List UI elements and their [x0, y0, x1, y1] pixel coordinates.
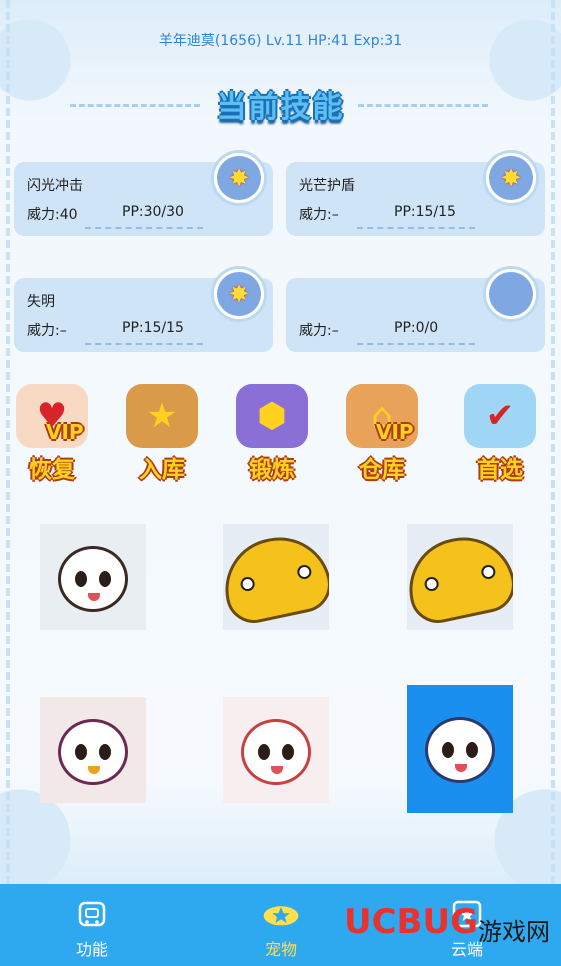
pet-slot-2[interactable]: [223, 524, 329, 630]
empty-slot-icon: [489, 272, 533, 316]
skill-slot-3[interactable]: 失明 威力:– PP:15/15 ✸: [14, 266, 273, 352]
skill-power: 威力:–: [299, 207, 339, 223]
pet-avatar: [58, 719, 128, 785]
pet-slot-4[interactable]: [40, 697, 146, 803]
pet-slot-1[interactable]: [40, 524, 146, 630]
train-button[interactable]: ⬢ 锻炼: [222, 378, 322, 488]
action-label: 仓库: [359, 457, 405, 483]
tab-label: 宠物: [264, 940, 297, 959]
robot-icon: [72, 900, 112, 930]
tab-label: 功能: [75, 940, 108, 959]
action-label: 恢复: [29, 457, 75, 483]
watermark-text: 游戏网: [478, 918, 550, 946]
skill-pp: PP:15/15: [122, 320, 184, 336]
skill-type-badge: [483, 266, 539, 322]
skill-name: 光芒护盾: [299, 178, 355, 194]
action-label: 首选: [477, 457, 523, 483]
player-stats: 羊年迪莫(1656) Lv.11 HP:41 Exp:31: [158, 33, 403, 49]
tab-functions[interactable]: 功能: [22, 884, 162, 966]
deposit-button[interactable]: ★ 入库: [112, 378, 212, 488]
skill-pp: PP:30/30: [122, 204, 184, 220]
vip-badge: VIP: [46, 420, 84, 444]
watermark-logo: UCBUG: [344, 902, 478, 942]
page-title: 当前技能: [216, 90, 345, 125]
dumbbell-icon: ⬢: [236, 384, 308, 448]
skill-divider: [85, 227, 203, 229]
pet-avatar: [241, 719, 311, 785]
skill-name: 闪光冲击: [27, 178, 83, 194]
explosion-icon: ✸: [217, 272, 261, 316]
skill-slot-4[interactable]: 威力:– PP:0/0: [286, 266, 545, 352]
skill-power: 威力:–: [299, 323, 339, 339]
skill-pp: PP:0/0: [394, 320, 439, 336]
skill-power: 威力:40: [27, 207, 78, 223]
check-ball-icon: ✔: [464, 384, 536, 448]
skill-type-badge: ✸: [211, 150, 267, 206]
action-label: 入库: [139, 457, 185, 483]
explosion-icon: ✸: [217, 156, 261, 200]
pet-star-icon: [261, 900, 301, 930]
action-label: 锻炼: [249, 457, 295, 483]
skill-slot-2[interactable]: 光芒护盾 威力:– PP:15/15 ✸: [286, 150, 545, 236]
pet-avatar: [425, 717, 495, 783]
warehouse-button[interactable]: ⌂ VIP 仓库: [332, 378, 432, 488]
pet-avatar: [223, 527, 329, 629]
skill-divider: [85, 343, 203, 345]
skill-divider: [357, 343, 475, 345]
vip-badge: VIP: [376, 420, 414, 444]
tab-pets[interactable]: 宠物: [211, 884, 351, 966]
pet-slot-5[interactable]: [223, 697, 329, 803]
skill-type-badge: ✸: [211, 266, 267, 322]
skill-name: 失明: [27, 294, 55, 310]
pet-avatar: [407, 527, 513, 629]
skill-divider: [357, 227, 475, 229]
skill-slot-1[interactable]: 闪光冲击 威力:40 PP:30/30 ✸: [14, 150, 273, 236]
storage-house-icon: ★: [126, 384, 198, 448]
action-bar: ♥ VIP 恢复 ★ 入库 ⬢ 锻炼 ⌂ VIP 仓库 ✔ 首选: [0, 378, 561, 488]
restore-button[interactable]: ♥ VIP 恢复: [2, 378, 102, 488]
pet-slot-6-selected[interactable]: [407, 685, 513, 813]
explosion-icon: ✸: [489, 156, 533, 200]
pet-slot-3[interactable]: [407, 524, 513, 630]
skill-type-badge: ✸: [483, 150, 539, 206]
skill-pp: PP:15/15: [394, 204, 456, 220]
skill-power: 威力:–: [27, 323, 67, 339]
pet-avatar: [58, 546, 128, 612]
set-primary-button[interactable]: ✔ 首选: [450, 378, 550, 488]
